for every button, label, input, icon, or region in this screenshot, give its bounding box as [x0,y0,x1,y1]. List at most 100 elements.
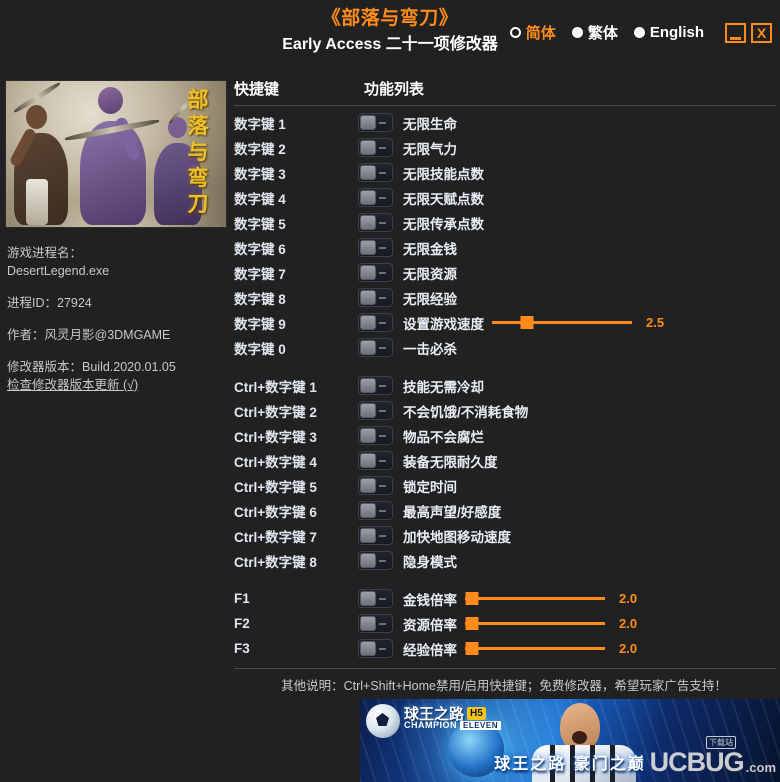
hotkey-label: F1 [234,591,250,606]
cheat-label: 经验倍率 [403,642,457,658]
site-watermark: 下载站 UCBUG .com [650,736,776,776]
cheat-toggle[interactable] [358,426,393,445]
language-label: 繁体 [587,25,618,42]
version-block: 修改器版本：Build.2020.01.05 检查修改器版本更新 (√) [7,358,228,394]
player-mouth [572,731,587,744]
toggle-dash-icon [379,347,386,349]
slider-control[interactable]: 2.5 [492,315,672,330]
cheat-row: F3 经验倍率 2.0 [228,636,780,661]
cheat-label: 设置游戏速度 [403,316,484,332]
language-option-simplified[interactable]: 简体 [509,22,556,43]
toggle-dash-icon [379,560,386,562]
toggle-knob-icon [360,641,376,656]
cheat-toggle[interactable] [358,476,393,495]
cheat-toggle[interactable] [358,313,393,332]
row-spacer [228,360,780,373]
cheat-row: 数字键 8 无限经验 [228,285,780,310]
cheat-toggle[interactable] [358,501,393,520]
cheat-row: 数字键 1 无限生命 [228,110,780,135]
banner-logo-en: CHAMPION ELEVEN [404,720,502,730]
soccer-ball-icon [366,704,400,738]
slider-track[interactable] [492,316,632,329]
slider-handle[interactable] [520,316,534,329]
footer-note: 其他说明：Ctrl+Shift+Home禁用/启用快捷键；免费修改器，希望玩家广… [281,679,727,693]
toggle-knob-icon [360,290,376,305]
toggle-dash-icon [379,322,386,324]
language-label: 简体 [525,25,556,42]
cheat-row: 数字键 5 无限传承点数 [228,210,780,235]
cheat-toggle[interactable] [358,238,393,257]
slider-handle[interactable] [465,642,479,655]
language-option-english[interactable]: English [633,24,704,41]
toggle-dash-icon [379,222,386,224]
cheat-label: 最高声望/好感度 [403,504,502,520]
slider-value: 2.0 [619,641,638,656]
slider-track[interactable] [465,642,605,655]
cheat-list-panel: 快捷键 功能列表 数字键 1 无限生命 数字键 2 无限气力 数字键 3 无限技能点数 数字… [228,72,780,694]
cheat-toggle[interactable] [358,288,393,307]
cheat-toggle[interactable] [358,188,393,207]
hotkey-label: 数字键 6 [234,241,286,257]
cheat-row: Ctrl+数字键 2 不会饥饿/不消耗食物 [228,398,780,423]
hotkey-label: 数字键 7 [234,266,286,282]
toggle-dash-icon [379,297,386,299]
cheat-toggle[interactable] [358,338,393,357]
cheat-toggle[interactable] [358,113,393,132]
hotkey-label: 数字键 4 [234,191,286,207]
minimize-button[interactable] [725,22,746,43]
ad-banner[interactable]: 球王之路 H5 CHAMPION ELEVEN 球王之路 豪门之巅 下载站 UC… [360,699,780,782]
hotkey-label: 数字键 5 [234,216,286,232]
cheat-toggle[interactable] [358,401,393,420]
cheat-label: 物品不会腐烂 [403,429,484,445]
close-button[interactable]: X [751,22,772,43]
slider-track[interactable] [465,592,605,605]
cover-figure-center [64,85,160,225]
language-option-traditional[interactable]: 繁体 [571,22,618,43]
cheat-label: 无限资源 [403,266,457,282]
cheat-toggle[interactable] [358,213,393,232]
cheat-label: 无限技能点数 [403,166,484,182]
toggle-knob-icon [360,403,376,418]
toggle-dash-icon [379,247,386,249]
cheat-toggle[interactable] [358,138,393,157]
toggle-dash-icon [379,410,386,412]
cheat-toggle[interactable] [358,526,393,545]
hotkey-label: 数字键 9 [234,316,286,332]
slider-value: 2.5 [646,315,665,330]
check-update-link[interactable]: 检查修改器版本更新 (√) [7,376,138,394]
cheat-toggle[interactable] [358,451,393,470]
cheat-label: 无限经验 [403,291,457,307]
toggle-knob-icon [360,428,376,443]
cheat-toggle[interactable] [358,589,393,608]
slider-control[interactable]: 2.0 [465,591,645,606]
radio-icon [633,27,645,38]
cheat-toggle[interactable] [358,263,393,282]
author: 作者：风灵月影@3DMGAME [7,328,171,342]
slider-control[interactable]: 2.0 [465,616,645,631]
process-name-label: 游戏进程名： [7,246,83,260]
toggle-knob-icon [360,528,376,543]
cheat-toggle[interactable] [358,551,393,570]
hotkey-label: 数字键 3 [234,166,286,182]
toggle-knob-icon [360,553,376,568]
game-cover-art: 部 落 与 弯 刀 [5,80,227,228]
slider-handle[interactable] [465,592,479,605]
hotkey-label: Ctrl+数字键 4 [234,454,317,470]
column-header-hotkey: 快捷键 [234,81,280,98]
cheat-label: 无限生命 [403,116,457,132]
column-headers: 快捷键 功能列表 [228,72,780,105]
cheat-toggle[interactable] [358,376,393,395]
toggle-dash-icon [379,172,386,174]
toggle-dash-icon [379,598,386,600]
banner-logo-h5: H5 [467,707,486,720]
cheat-row: Ctrl+数字键 8 隐身模式 [228,548,780,573]
cheat-toggle[interactable] [358,614,393,633]
cheat-row: F1 金钱倍率 2.0 [228,586,780,611]
slider-track[interactable] [465,617,605,630]
cheat-toggle[interactable] [358,639,393,658]
slider-control[interactable]: 2.0 [465,641,645,656]
slider-handle[interactable] [465,617,479,630]
hotkey-label: Ctrl+数字键 7 [234,529,317,545]
cheat-toggle[interactable] [358,163,393,182]
cheat-label: 无限传承点数 [403,216,484,232]
